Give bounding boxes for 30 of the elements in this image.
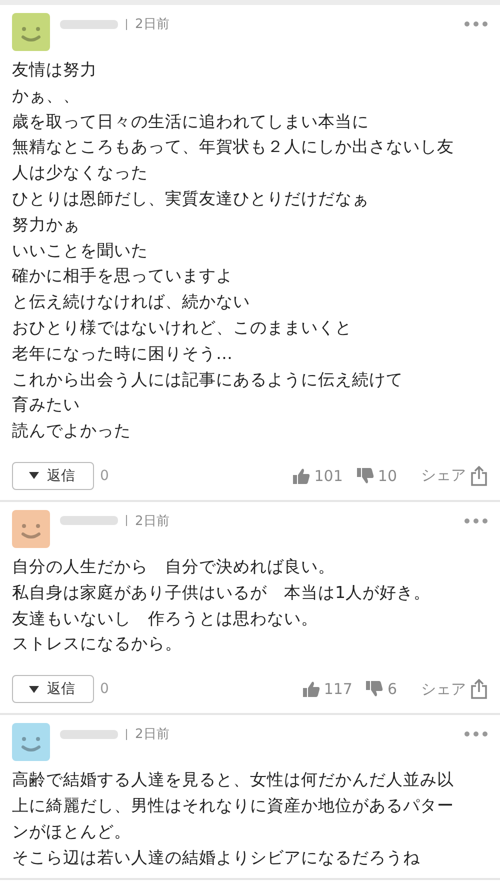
thumbs-up-icon [293, 468, 310, 484]
share-button[interactable]: シェア [421, 466, 488, 486]
dislike-button[interactable]: 6 [366, 680, 397, 698]
post-time: 2日前 [135, 726, 170, 744]
share-button[interactable]: シェア [421, 679, 488, 700]
reply-count: 0 [100, 468, 110, 484]
thumbs-down-icon [356, 468, 374, 484]
like-button[interactable]: 117 [302, 680, 352, 698]
smiley-avatar-icon [12, 510, 50, 548]
reply-button[interactable]: 返信 [12, 462, 94, 490]
caret-icon [29, 686, 39, 693]
smiley-avatar-icon [12, 13, 50, 51]
reply-button[interactable]: 返信 [12, 675, 94, 704]
post-time: 2日前 [135, 512, 170, 530]
more-icon[interactable] [464, 21, 488, 27]
like-button[interactable]: 101 [293, 466, 343, 485]
comment-text: 友情は努力 かぁ、、 歳を取って日々の生活に追われてしまい本当に 無精なところもあって、年賀状も２人にしか出さないし友 人は少なくなった ひとりは恩師だし、実質友達ひとりだけだなぁ 努力かぁ いいことを聞いた 確かに相手を思っていますよ と伝え続けなければ、続かない おひとり様ではないけれど、このままいくと 老年になった時に困りそう… これから出会う人には記事にあるように伝え続けて 育みたい 読んでよかった [12, 59, 455, 442]
caret-icon [29, 472, 39, 480]
reply-count: 0 [100, 681, 110, 698]
share-icon [470, 466, 488, 486]
more-icon[interactable] [464, 731, 488, 738]
dislike-button[interactable]: 10 [356, 466, 397, 485]
post-time: 2日前 [135, 16, 170, 33]
more-icon[interactable] [464, 518, 488, 524]
comment-text: 高齢で結婚する人達を見ると、女性は何だかんだ人並み以 上に綺麗だし、男性はそれなりに資産か地位があるパター ンがほとんど。 そこら辺は若い人達の結婚よりシビアになるだろうね [12, 769, 455, 869]
thumbs-up-icon [302, 681, 320, 698]
thumbs-down-icon [366, 681, 384, 698]
share-icon [470, 679, 488, 700]
smiley-avatar-icon [12, 723, 50, 762]
comment-text: 自分の人生だから 自分で決めれば良い。 私自身は家庭があり子供はいるが 本当は1人が好き。 友達もいないし 作ろうとは思わない。 ストレスになるから。 [12, 556, 432, 656]
